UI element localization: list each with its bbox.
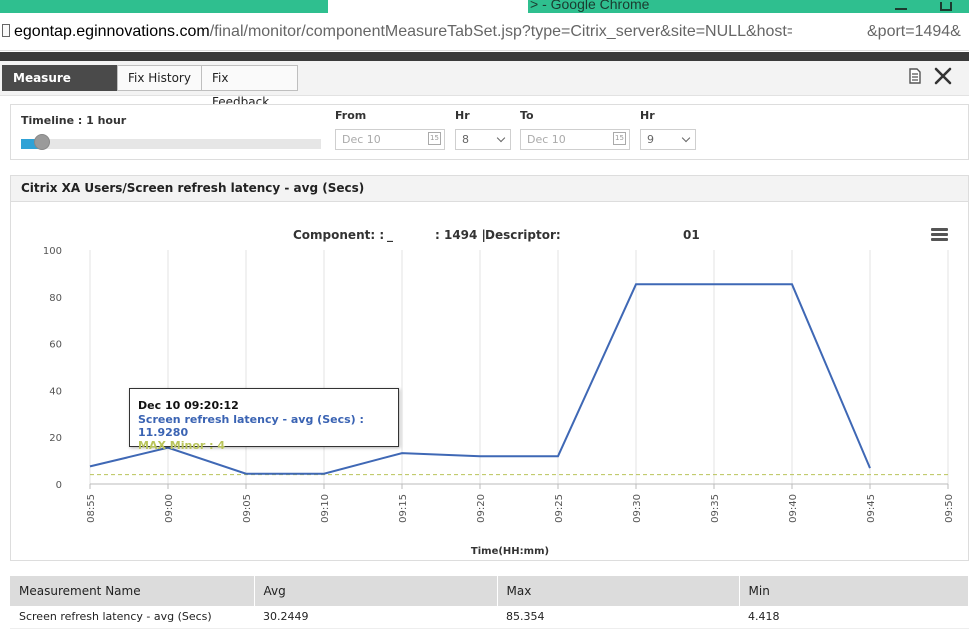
from-hr-label: Hr xyxy=(455,109,470,122)
calendar-icon[interactable]: 15 xyxy=(428,132,441,145)
chart-panel: Citrix XA Users/Screen refresh latency -… xyxy=(10,175,969,561)
y-tick-label: 100 xyxy=(43,246,62,257)
url-path: /final/monitor/componentMeasureTabSet.js… xyxy=(209,23,797,40)
line-chart: Component: : _ : 1494 | Descriptor: 01 0… xyxy=(43,228,955,557)
component-port: : 1494 | xyxy=(435,228,486,242)
col-header-avg[interactable]: Avg xyxy=(254,576,498,606)
chart-tooltip: Dec 10 09:20:12 Screen refresh latency -… xyxy=(129,388,399,452)
report-icon[interactable] xyxy=(907,68,923,84)
from-hr-select[interactable]: 8 xyxy=(455,129,511,150)
x-tick-label: 09:25 xyxy=(554,494,565,523)
x-tick-label: 09:20 xyxy=(476,494,487,523)
from-date-field[interactable]: Dec 10 15 xyxy=(335,129,445,150)
descriptor-label: Descriptor: xyxy=(485,228,561,242)
to-date-value: Dec 10 xyxy=(527,133,566,146)
page-icon xyxy=(2,24,10,37)
to-hr-label: Hr xyxy=(640,109,655,122)
x-tick-label: 08:55 xyxy=(86,494,97,523)
calendar-icon[interactable]: 15 xyxy=(613,132,626,145)
component-label: Component: : xyxy=(293,228,384,242)
y-tick-label: 80 xyxy=(49,293,62,304)
minimize-icon[interactable] xyxy=(895,2,907,10)
timeline-label: Timeline : 1 hour xyxy=(21,114,127,127)
to-date-field[interactable]: Dec 10 15 xyxy=(520,129,630,150)
browser-title-bar: > - Google Chrome xyxy=(0,0,969,13)
address-bar[interactable]: egontap.eginnovations.com/final/monitor/… xyxy=(0,13,969,51)
redacted-title xyxy=(328,0,528,13)
x-axis-title: Time(HH:mm) xyxy=(471,546,549,557)
timeline-slider-handle[interactable] xyxy=(34,134,50,150)
table-row: Screen refresh latency - avg (Secs) 30.2… xyxy=(10,606,969,629)
x-tick-label: 09:30 xyxy=(632,494,643,523)
to-label: To xyxy=(520,109,534,122)
to-hr-select[interactable]: 9 xyxy=(640,129,696,150)
tab-measure-graph[interactable]: Measure Graph xyxy=(2,65,118,109)
y-tick-label: 0 xyxy=(56,480,62,491)
tools-icon[interactable] xyxy=(934,67,952,85)
chevron-down-icon xyxy=(681,133,691,143)
chart-menu-icon[interactable] xyxy=(931,228,948,241)
y-tick-label: 40 xyxy=(49,386,62,397)
tab-fix-history[interactable]: Fix History xyxy=(117,65,202,91)
url-tail: &port=1494& xyxy=(867,23,961,40)
x-tick-label: 09:50 xyxy=(944,494,955,523)
window-title: > - Google Chrome xyxy=(530,0,650,12)
x-tick-label: 09:45 xyxy=(866,494,877,523)
col-header-measurement-name[interactable]: Measurement Name xyxy=(10,576,255,606)
x-tick-label: 09:10 xyxy=(320,494,331,523)
to-hr-value: 9 xyxy=(647,133,654,146)
app-toolbar: Measure Graph Fix History Fix Feedback xyxy=(0,61,969,109)
maximize-icon[interactable] xyxy=(940,2,952,11)
chevron-down-icon xyxy=(496,133,506,143)
x-tick-label: 09:40 xyxy=(788,494,799,523)
from-hr-value: 8 xyxy=(462,133,469,146)
tooltip-series-value: Screen refresh latency - avg (Secs) : 11… xyxy=(138,413,364,439)
cell-min: 4.418 xyxy=(739,606,969,629)
divider-strip xyxy=(0,52,969,61)
tooltip-date: Dec 10 09:20:12 xyxy=(138,399,239,412)
from-date-value: Dec 10 xyxy=(342,133,381,146)
x-tick-label: 09:00 xyxy=(164,494,175,523)
summary-table: Measurement Name Avg Max Min Screen refr… xyxy=(10,576,969,629)
summary-header-row: Measurement Name Avg Max Min xyxy=(10,576,969,606)
col-header-max[interactable]: Max xyxy=(497,576,740,606)
tooltip-threshold: MAX Minor : 4 xyxy=(138,439,226,452)
url-text[interactable]: egontap.eginnovations.com/final/monitor/… xyxy=(14,23,796,41)
x-tick-label: 09:15 xyxy=(398,494,409,523)
tab-fix-feedback[interactable]: Fix Feedback xyxy=(201,65,298,109)
url-host: egontap.eginnovations.com xyxy=(14,23,210,40)
timeline-slider-track[interactable] xyxy=(21,139,321,149)
redacted-host xyxy=(792,22,866,44)
x-tick-label: 09:35 xyxy=(710,494,721,523)
cell-avg: 30.2449 xyxy=(254,606,497,629)
from-label: From xyxy=(335,109,367,122)
cell-max: 85.354 xyxy=(497,606,739,629)
y-tick-label: 20 xyxy=(49,433,62,444)
x-tick-label: 09:05 xyxy=(242,494,253,523)
descriptor-value: 01 xyxy=(683,228,700,242)
timeline-panel: Timeline : 1 hour From Dec 10 15 Hr 8 To… xyxy=(10,104,969,160)
cell-measurement-name: Screen refresh latency - avg (Secs) xyxy=(10,606,254,629)
y-tick-label: 60 xyxy=(49,340,62,351)
component-value: _ xyxy=(387,228,393,243)
col-header-min[interactable]: Min xyxy=(739,576,969,606)
